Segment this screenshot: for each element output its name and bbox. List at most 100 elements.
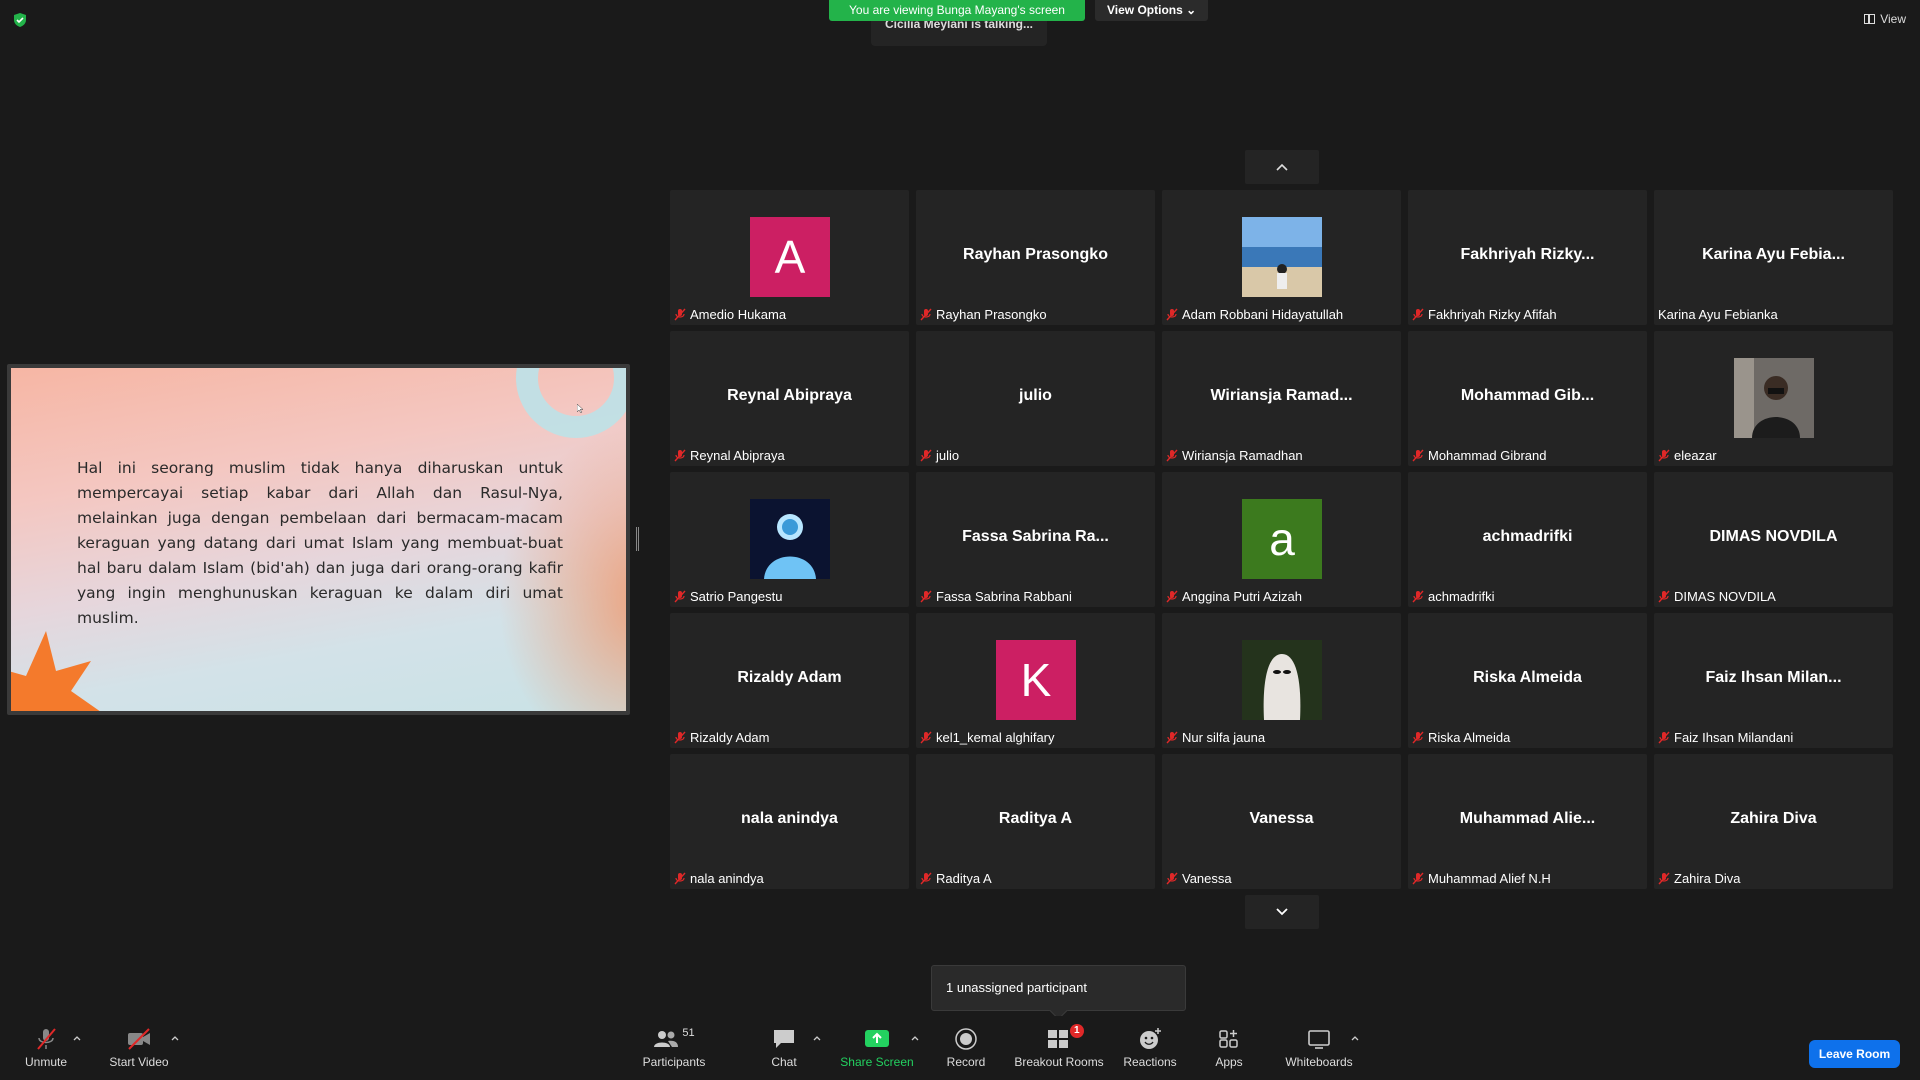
participant-name: eleazar [1674, 447, 1717, 463]
microphone-muted-icon [674, 731, 686, 743]
participant-tile[interactable]: Wiriansja Ramad... Wiriansja Ramadhan [1162, 331, 1401, 466]
participant-name-label: Reynal Abipraya [674, 446, 785, 464]
participant-name-label: Muhammad Alief N.H [1412, 869, 1551, 887]
record-button[interactable]: Record [940, 1016, 992, 1080]
participant-display-name: Raditya A [998, 810, 1073, 827]
participant-display-name: Fakhriyah Rizky... [1460, 246, 1595, 263]
view-button[interactable]: View [1864, 12, 1906, 26]
security-shield-icon[interactable] [12, 12, 28, 28]
microphone-muted-icon [1412, 449, 1424, 461]
microphone-muted-icon [920, 449, 932, 461]
gallery-prev-page-button[interactable] [1245, 150, 1319, 184]
participant-name-label: Fakhriyah Rizky Afifah [1412, 305, 1557, 323]
participant-tile[interactable]: A Amedio Hukama [670, 190, 909, 325]
whiteboard-options-caret-icon[interactable] [1350, 1034, 1360, 1042]
microphone-muted-icon [1412, 872, 1424, 884]
view-options-label: View Options [1107, 3, 1183, 17]
chat-button[interactable]: Chat [756, 1016, 812, 1080]
participant-name: achmadrifki [1428, 588, 1495, 604]
participant-name-label: Adam Robbani Hidayatullah [1166, 305, 1343, 323]
participant-tile[interactable]: Fakhriyah Rizky... Fakhriyah Rizky Afifah [1408, 190, 1647, 325]
participant-tile[interactable]: Rayhan Prasongko Rayhan Prasongko [916, 190, 1155, 325]
participant-name: Amedio Hukama [690, 306, 787, 322]
presentation-slide: Hal ini seorang muslim tidak hanya dihar… [11, 368, 626, 711]
participant-name: Fassa Sabrina Rabbani [936, 588, 1072, 604]
participant-tile[interactable]: Riska Almeida Riska Almeida [1408, 613, 1647, 748]
participant-display-name: Zahira Diva [1730, 810, 1817, 827]
participant-name: kel1_kemal alghifary [936, 729, 1055, 745]
view-options-button[interactable]: View Options ⌄ [1095, 0, 1209, 21]
participant-tile[interactable]: Raditya A Raditya A [916, 754, 1155, 889]
reactions-label: Reactions [1123, 1055, 1177, 1069]
participant-tile[interactable]: eleazar [1654, 331, 1893, 466]
participants-count: 51 [682, 1027, 695, 1039]
microphone-muted-icon [920, 308, 932, 320]
participant-tile[interactable]: a Anggina Putri Azizah [1162, 472, 1401, 607]
participant-name: Nur silfa jauna [1182, 729, 1266, 745]
whiteboards-button[interactable]: Whiteboards [1280, 1016, 1358, 1080]
participant-tile[interactable]: Kkel1_kemal alghifary [916, 613, 1155, 748]
participant-name-label: Wiriansja Ramadhan [1166, 446, 1303, 464]
participant-name-label: Riska Almeida [1412, 728, 1510, 746]
participant-tile[interactable]: Zahira Diva Zahira Diva [1654, 754, 1893, 889]
participant-tile[interactable]: Fassa Sabrina Ra... Fassa Sabrina Rabbani [916, 472, 1155, 607]
chat-icon [774, 1030, 794, 1048]
participant-tile[interactable]: Reynal Abipraya Reynal Abipraya [670, 331, 909, 466]
unmute-button[interactable]: Unmute [14, 1016, 78, 1080]
participant-tile[interactable]: achmadrifki achmadrifki [1408, 472, 1647, 607]
apps-button[interactable]: Apps [1204, 1016, 1254, 1080]
chat-options-caret-icon[interactable] [812, 1034, 822, 1042]
reactions-button[interactable]: Reactions [1120, 1016, 1180, 1080]
participant-name: Riska Almeida [1428, 729, 1511, 745]
unassigned-participant-tooltip[interactable]: 1 unassigned participant [931, 965, 1186, 1011]
participant-display-name: nala anindya [741, 810, 838, 827]
participant-name: Vanessa [1182, 870, 1232, 886]
participant-name-label: Faiz Ihsan Milandani [1658, 728, 1793, 746]
avatar-initial: K [1020, 654, 1052, 706]
participant-tile[interactable]: Adam Robbani Hidayatullah [1162, 190, 1401, 325]
shared-screen[interactable]: Hal ini seorang muslim tidak hanya dihar… [7, 364, 630, 715]
participant-name: Rayhan Prasongko [936, 306, 1047, 322]
participant-name-label: achmadrifki [1412, 587, 1494, 605]
participant-tile[interactable]: Nur silfa jauna [1162, 613, 1401, 748]
participants-button[interactable]: 51 Participants [636, 1016, 712, 1080]
video-options-caret-icon[interactable] [170, 1034, 180, 1042]
participant-tile[interactable]: Faiz Ihsan Milan... Faiz Ihsan Milandani [1654, 613, 1893, 748]
audio-options-caret-icon[interactable] [72, 1034, 82, 1042]
share-options-caret-icon[interactable] [910, 1034, 920, 1042]
participant-name: Wiriansja Ramadhan [1182, 447, 1303, 463]
participant-tile[interactable]: nala anindya nala anindya [670, 754, 909, 889]
participant-display-name: Wiriansja Ramad... [1210, 387, 1353, 404]
participant-name: Reynal Abipraya [690, 447, 785, 463]
microphone-muted-icon [1412, 731, 1424, 743]
leave-room-button[interactable]: Leave Room [1809, 1040, 1900, 1068]
whiteboard-icon [1308, 1030, 1330, 1049]
gallery-next-page-button[interactable] [1245, 895, 1319, 929]
participant-tile[interactable]: Satrio Pangestu [670, 472, 909, 607]
participant-tile[interactable]: DIMAS NOVDILA DIMAS NOVDILA [1654, 472, 1893, 607]
participant-photo [750, 499, 830, 579]
microphone-muted-icon [920, 731, 932, 743]
meeting-window: Cicilia Meylani is talking... You are vi… [0, 0, 1920, 1080]
participant-tile[interactable]: julio julio [916, 331, 1155, 466]
participant-tile[interactable]: Muhammad Alie... Muhammad Alief N.H [1408, 754, 1647, 889]
start-video-button[interactable]: Start Video [104, 1016, 174, 1080]
chevron-up-icon [1276, 163, 1288, 171]
participant-tile[interactable]: Karina Ayu Febia... Karina Ayu Febianka [1654, 190, 1893, 325]
breakout-rooms-label: Breakout Rooms [1014, 1055, 1104, 1069]
unmute-label: Unmute [24, 1055, 68, 1069]
participant-name-label: Amedio Hukama [674, 305, 786, 323]
share-screen-button[interactable]: Share Screen [834, 1016, 920, 1080]
participant-tile[interactable]: Mohammad Gib... Mohammad Gibrand [1408, 331, 1647, 466]
participant-display-name: Fassa Sabrina Ra... [962, 528, 1109, 545]
participant-display-name: Karina Ayu Febia... [1702, 246, 1845, 263]
participant-tile[interactable]: Vanessa Vanessa [1162, 754, 1401, 889]
breakout-rooms-button[interactable]: 1 Breakout Rooms [1010, 1016, 1108, 1080]
split-resize-handle[interactable] [636, 527, 639, 551]
participant-tile[interactable]: Rizaldy Adam Rizaldy Adam [670, 613, 909, 748]
avatar-initial: a [1269, 513, 1295, 565]
participant-avatar: A [750, 217, 830, 297]
participant-photo [1242, 640, 1322, 720]
participant-display-name: achmadrifki [1482, 528, 1573, 545]
microphone-muted-icon [37, 1028, 56, 1050]
